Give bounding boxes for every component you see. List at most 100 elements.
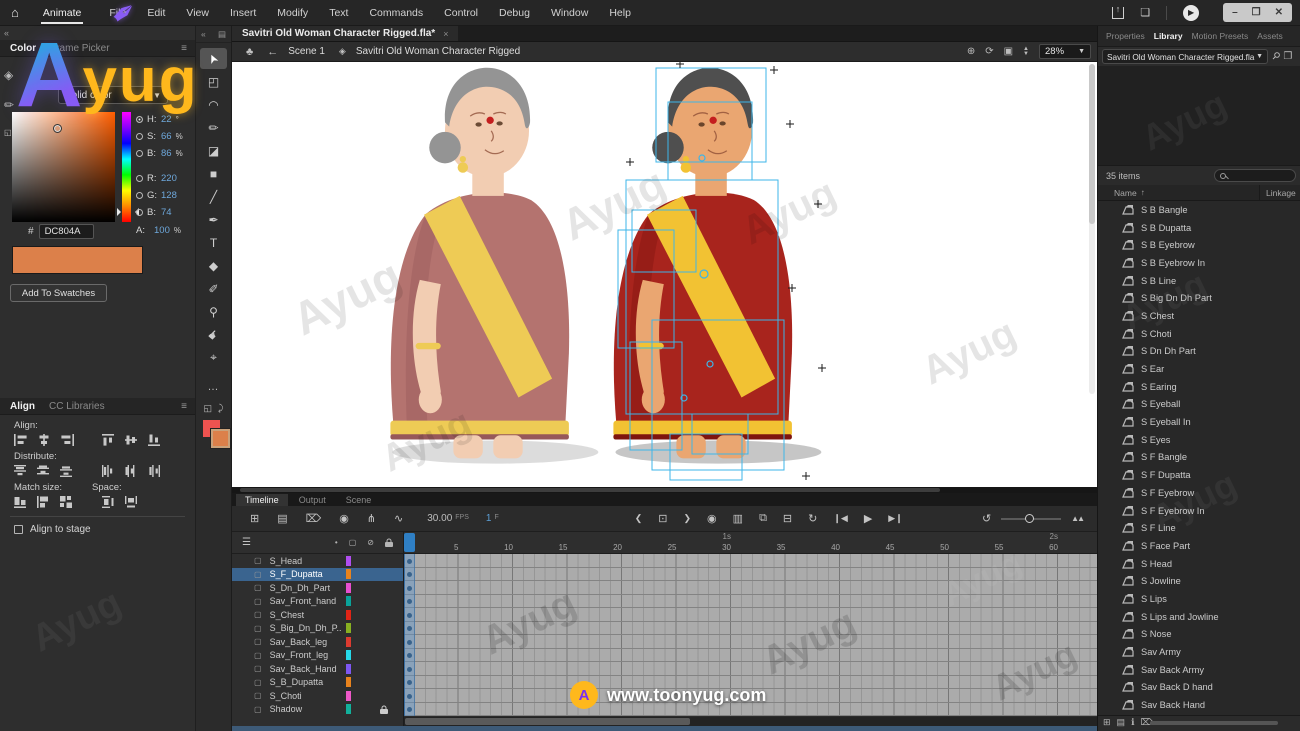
collapse-panel-icon[interactable]: « xyxy=(0,26,195,40)
distribute-bottom-icon[interactable] xyxy=(60,465,74,477)
timeline-frames-area[interactable]: 1s 2s 51015202530354045505560 xyxy=(404,532,1097,731)
library-item-row[interactable]: S Big Dn Dh Part xyxy=(1098,289,1300,307)
library-search-box[interactable] xyxy=(1214,169,1296,182)
tool-button[interactable]: ☛ xyxy=(200,324,227,345)
fill-bucket-icon[interactable]: ◈ xyxy=(4,68,14,82)
library-item-row[interactable]: S Eyeball In xyxy=(1098,413,1300,431)
tools-panel-menu-icon[interactable]: ▤ xyxy=(218,29,226,40)
library-item-row[interactable]: S Chest xyxy=(1098,307,1300,325)
bl-radio[interactable] xyxy=(136,209,143,216)
tool-button[interactable]: ⌖ xyxy=(200,347,227,368)
menu-item[interactable]: Commands xyxy=(369,7,423,19)
layer-color-chip[interactable] xyxy=(346,637,351,647)
restore-button[interactable]: ❐ xyxy=(1252,7,1261,18)
layer-frames-row[interactable] xyxy=(404,622,1097,636)
menu-item[interactable]: Text xyxy=(329,7,348,19)
layer-color-chip[interactable] xyxy=(346,704,351,714)
right-panel-tab[interactable]: Assets xyxy=(1257,31,1283,41)
layer-row[interactable]: ▢ S_Dn_Dh_Part xyxy=(232,581,403,595)
r-radio[interactable] xyxy=(136,175,143,182)
name-column-header[interactable]: Name xyxy=(1114,188,1137,198)
library-item-row[interactable]: S Head xyxy=(1098,555,1300,573)
camera-icon[interactable]: ◉ xyxy=(339,512,349,525)
layer-color-chip[interactable] xyxy=(346,556,351,566)
timeline-zoom-max-icon[interactable]: ▲▲ xyxy=(1071,514,1083,523)
layer-frames-row[interactable] xyxy=(404,703,1097,717)
library-item-row[interactable]: S F Eyebrow In xyxy=(1098,502,1300,520)
right-panel-tab[interactable]: Library xyxy=(1154,31,1183,41)
align-center-v-icon[interactable] xyxy=(125,434,139,446)
onion-skin-icon[interactable]: ◉ xyxy=(707,512,717,525)
add-to-swatches-button[interactable]: Add To Swatches xyxy=(10,284,107,302)
back-arrow-icon[interactable]: ← xyxy=(267,46,278,58)
tab-cc-libraries[interactable]: CC Libraries xyxy=(49,401,105,412)
new-library-panel-icon[interactable]: ❐ xyxy=(1283,51,1292,62)
layer-color-chip[interactable] xyxy=(346,677,351,687)
stage-canvas[interactable] xyxy=(232,62,1097,487)
breadcrumb-symbol[interactable]: Savitri Old Woman Character Rigged xyxy=(356,46,520,57)
library-item-row[interactable]: S Eyes xyxy=(1098,431,1300,449)
library-item-row[interactable]: S Eyeball xyxy=(1098,396,1300,414)
tab-output[interactable]: Output xyxy=(290,494,335,506)
sb-cursor[interactable] xyxy=(53,124,62,133)
hex-input[interactable]: DC804A xyxy=(39,224,94,239)
menu-item[interactable]: Edit xyxy=(147,7,165,19)
step-back-icon[interactable]: ❙◀ xyxy=(833,513,847,524)
test-movie-button[interactable]: ▶ xyxy=(1183,5,1199,21)
layer-color-chip[interactable] xyxy=(346,623,351,633)
layer-row[interactable]: ▢ S_Big_Dn_Dh_P.. xyxy=(232,622,403,636)
library-item-row[interactable]: S F Line xyxy=(1098,519,1300,537)
layer-frames-row[interactable] xyxy=(404,676,1097,690)
tool-button[interactable]: ■ xyxy=(200,163,227,184)
layer-row[interactable]: ▢ Sav_Front_hand xyxy=(232,595,403,609)
close-button[interactable]: ✕ xyxy=(1275,7,1283,18)
library-item-row[interactable]: S Lips xyxy=(1098,590,1300,608)
tool-button[interactable]: ⚲ xyxy=(200,301,227,322)
menu-item[interactable]: Debug xyxy=(499,7,530,19)
library-item-row[interactable]: S Choti xyxy=(1098,325,1300,343)
delete-layer-icon[interactable]: ⌦ xyxy=(306,512,322,525)
distribute-center-h-icon[interactable] xyxy=(125,465,139,477)
menu-item[interactable]: Modify xyxy=(277,7,308,19)
align-to-stage-checkbox[interactable] xyxy=(14,525,23,534)
outline-column-icon[interactable]: ▢ xyxy=(349,538,357,547)
s-radio[interactable] xyxy=(136,133,143,140)
search-input[interactable] xyxy=(1230,171,1290,181)
tools-collapse-icon[interactable]: « xyxy=(201,29,206,40)
library-item-row[interactable]: S B Bangle xyxy=(1098,201,1300,219)
tool-button[interactable]: ◰ xyxy=(200,71,227,92)
align-center-h-icon[interactable] xyxy=(37,434,51,446)
library-item-row[interactable]: S B Eyebrow xyxy=(1098,236,1300,254)
library-item-row[interactable]: Sav Back Army xyxy=(1098,661,1300,679)
center-stage-icon[interactable]: ⊕ xyxy=(967,46,975,57)
fill-color-swatch[interactable] xyxy=(211,429,230,448)
hue-marker[interactable] xyxy=(117,208,125,216)
panel-menu-icon[interactable]: ≡ xyxy=(181,401,187,412)
close-tab-icon[interactable]: × xyxy=(443,29,448,39)
library-item-row[interactable]: Sav Army xyxy=(1098,643,1300,661)
menu-item[interactable]: Insert xyxy=(230,7,256,19)
layer-frames-row[interactable] xyxy=(404,608,1097,622)
tab-scene[interactable]: Scene xyxy=(337,494,381,506)
play-icon[interactable]: ▶ xyxy=(864,512,872,525)
layer-color-chip[interactable] xyxy=(346,569,351,579)
stroke-pencil-icon[interactable]: ✏ xyxy=(4,98,14,112)
playhead[interactable] xyxy=(404,533,415,552)
library-item-row[interactable]: S Face Part xyxy=(1098,537,1300,555)
match-both-icon[interactable] xyxy=(60,496,74,508)
menu-item[interactable]: View xyxy=(186,7,209,19)
tool-button[interactable]: ╱ xyxy=(200,186,227,207)
share-icon[interactable]: ↑ xyxy=(1112,7,1125,19)
library-item-row[interactable]: S B Dupatta xyxy=(1098,219,1300,237)
pin-library-icon[interactable]: ⚲ xyxy=(1269,50,1282,63)
current-color-swatch[interactable] xyxy=(12,246,143,274)
breadcrumb-scene[interactable]: Scene 1 xyxy=(288,46,325,57)
align-top-icon[interactable] xyxy=(102,434,116,446)
distribute-top-icon[interactable] xyxy=(14,465,28,477)
next-keyframe-icon[interactable]: ❯ xyxy=(684,513,692,524)
stroke-color-swatch[interactable] xyxy=(203,420,220,437)
layer-row[interactable]: ▢ S_B_Dupatta xyxy=(232,676,403,690)
layer-color-chip[interactable] xyxy=(346,650,351,660)
layer-row[interactable]: ▢ S_Head xyxy=(232,554,403,568)
home-icon[interactable]: ⌂ xyxy=(11,5,19,20)
